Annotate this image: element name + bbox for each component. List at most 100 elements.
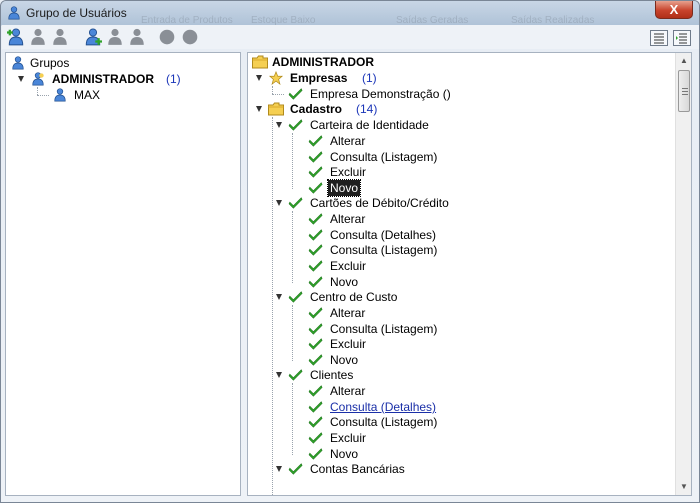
list-view-icon[interactable] (650, 30, 668, 46)
centro-label: Centro de Custo (310, 290, 398, 304)
user-icon[interactable] (128, 28, 146, 46)
check-icon (308, 182, 323, 194)
check-icon (308, 385, 323, 397)
expand-arrow-icon[interactable] (276, 372, 282, 378)
check-icon (308, 260, 323, 272)
check-icon (288, 463, 303, 475)
permission-label: Novo (330, 353, 359, 367)
permission-label: Consulta (Detalhes) (330, 228, 437, 242)
permission-label: Alterar (330, 134, 366, 148)
permission-label: Consulta (Detalhes) (330, 400, 437, 414)
circle-icon[interactable] (158, 28, 176, 46)
permission-label: Consulta (Listagem) (330, 322, 438, 336)
vertical-scrollbar[interactable]: ▲ ▼ (675, 53, 691, 495)
expand-arrow-icon[interactable] (256, 75, 262, 81)
contas-label: Contas Bancárias (310, 462, 405, 476)
expand-arrow-icon[interactable] (276, 466, 282, 472)
permission-label: Empresa Demonstração () (310, 87, 451, 101)
add-user-icon[interactable] (84, 28, 102, 46)
permissions-tree[interactable]: ADMINISTRADOR Empresas (1) Empresa Demon… (247, 52, 692, 496)
tree-line (292, 305, 293, 361)
permission-label: Novo (330, 447, 359, 461)
groups-icon (12, 56, 24, 70)
group-name: ADMINISTRADOR (52, 72, 154, 86)
carteira-label: Carteira de Identidade (310, 118, 429, 132)
check-icon (308, 401, 323, 413)
user-node-max[interactable]: MAX (10, 87, 230, 103)
group-icon (32, 72, 44, 86)
check-icon (308, 276, 323, 288)
check-icon (288, 197, 303, 209)
empresas-count: (1) (362, 71, 377, 85)
check-icon (308, 151, 323, 163)
empresas-label: Empresas (290, 71, 348, 85)
expand-arrow-icon[interactable] (276, 294, 282, 300)
toolbar (2, 25, 699, 49)
check-icon (308, 307, 323, 319)
groups-tree[interactable]: Grupos ADMINISTRADOR (1) MAX (5, 52, 241, 496)
permission-label: Consulta (Listagem) (330, 415, 438, 429)
expand-arrow-icon[interactable] (276, 200, 282, 206)
circle-icon[interactable] (181, 28, 199, 46)
check-icon (308, 338, 323, 350)
group-icon[interactable] (29, 28, 47, 46)
check-icon (288, 119, 303, 131)
permission-label: Alterar (330, 212, 366, 226)
group-count: (1) (166, 72, 181, 86)
check-icon (308, 166, 323, 178)
cartoes-label: Cartões de Débito/Crédito (310, 196, 449, 210)
scroll-up-icon[interactable]: ▲ (676, 53, 691, 69)
tree-line (292, 211, 293, 283)
grip-line (682, 94, 688, 95)
check-icon (308, 213, 323, 225)
star-icon (268, 71, 284, 85)
users-app-icon (8, 6, 20, 20)
close-button[interactable]: X (655, 1, 693, 19)
grip-line (682, 88, 688, 89)
permission-label: Excluir (330, 259, 367, 273)
groups-root-label: Grupos (30, 56, 70, 70)
scroll-thumb[interactable] (678, 70, 690, 112)
permission-label: Excluir (330, 165, 367, 179)
check-icon (308, 354, 323, 366)
check-icon (288, 291, 303, 303)
permission-label: Consulta (Listagem) (330, 243, 438, 257)
permission-label: Excluir (330, 431, 367, 445)
groups-root-node[interactable]: Grupos (10, 55, 230, 71)
permission-label: Alterar (330, 384, 366, 398)
tree-line (292, 133, 293, 189)
permissions-root-label: ADMINISTRADOR (272, 55, 374, 69)
add-group-icon[interactable] (7, 28, 25, 46)
expand-arrow-icon[interactable] (18, 76, 24, 82)
tree-line (292, 383, 293, 455)
clientes-label: Clientes (310, 368, 354, 382)
expand-arrow-icon[interactable] (256, 106, 262, 112)
permission-label: Consulta (Listagem) (330, 150, 438, 164)
group-node-administrador[interactable]: ADMINISTRADOR (1) (10, 71, 230, 87)
folder-icon (268, 102, 284, 116)
permission-label: Novo (326, 179, 362, 197)
permission-label: Excluir (330, 337, 367, 351)
cadastro-count: (14) (356, 102, 378, 116)
check-icon (308, 416, 323, 428)
check-icon (308, 432, 323, 444)
check-icon (308, 323, 323, 335)
window-title: Grupo de Usuários (26, 6, 127, 20)
check-icon (308, 135, 323, 147)
group-icon[interactable] (51, 28, 69, 46)
check-icon (288, 369, 303, 381)
title-bar[interactable]: Grupo de Usuários Entrada de Produtos Es… (1, 1, 699, 26)
scroll-down-icon[interactable]: ▼ (676, 479, 691, 495)
user-groups-window: Grupo de Usuários Entrada de Produtos Es… (0, 0, 700, 503)
expand-arrow-icon[interactable] (276, 122, 282, 128)
check-icon (308, 448, 323, 460)
check-icon (288, 88, 303, 100)
tree-line (272, 86, 273, 94)
detail-view-icon[interactable] (673, 30, 691, 46)
check-icon (308, 229, 323, 241)
cadastro-label: Cadastro (290, 102, 343, 116)
user-name: MAX (74, 88, 101, 102)
permission-label: Alterar (330, 306, 366, 320)
user-icon[interactable] (106, 28, 124, 46)
tree-line (272, 117, 273, 495)
